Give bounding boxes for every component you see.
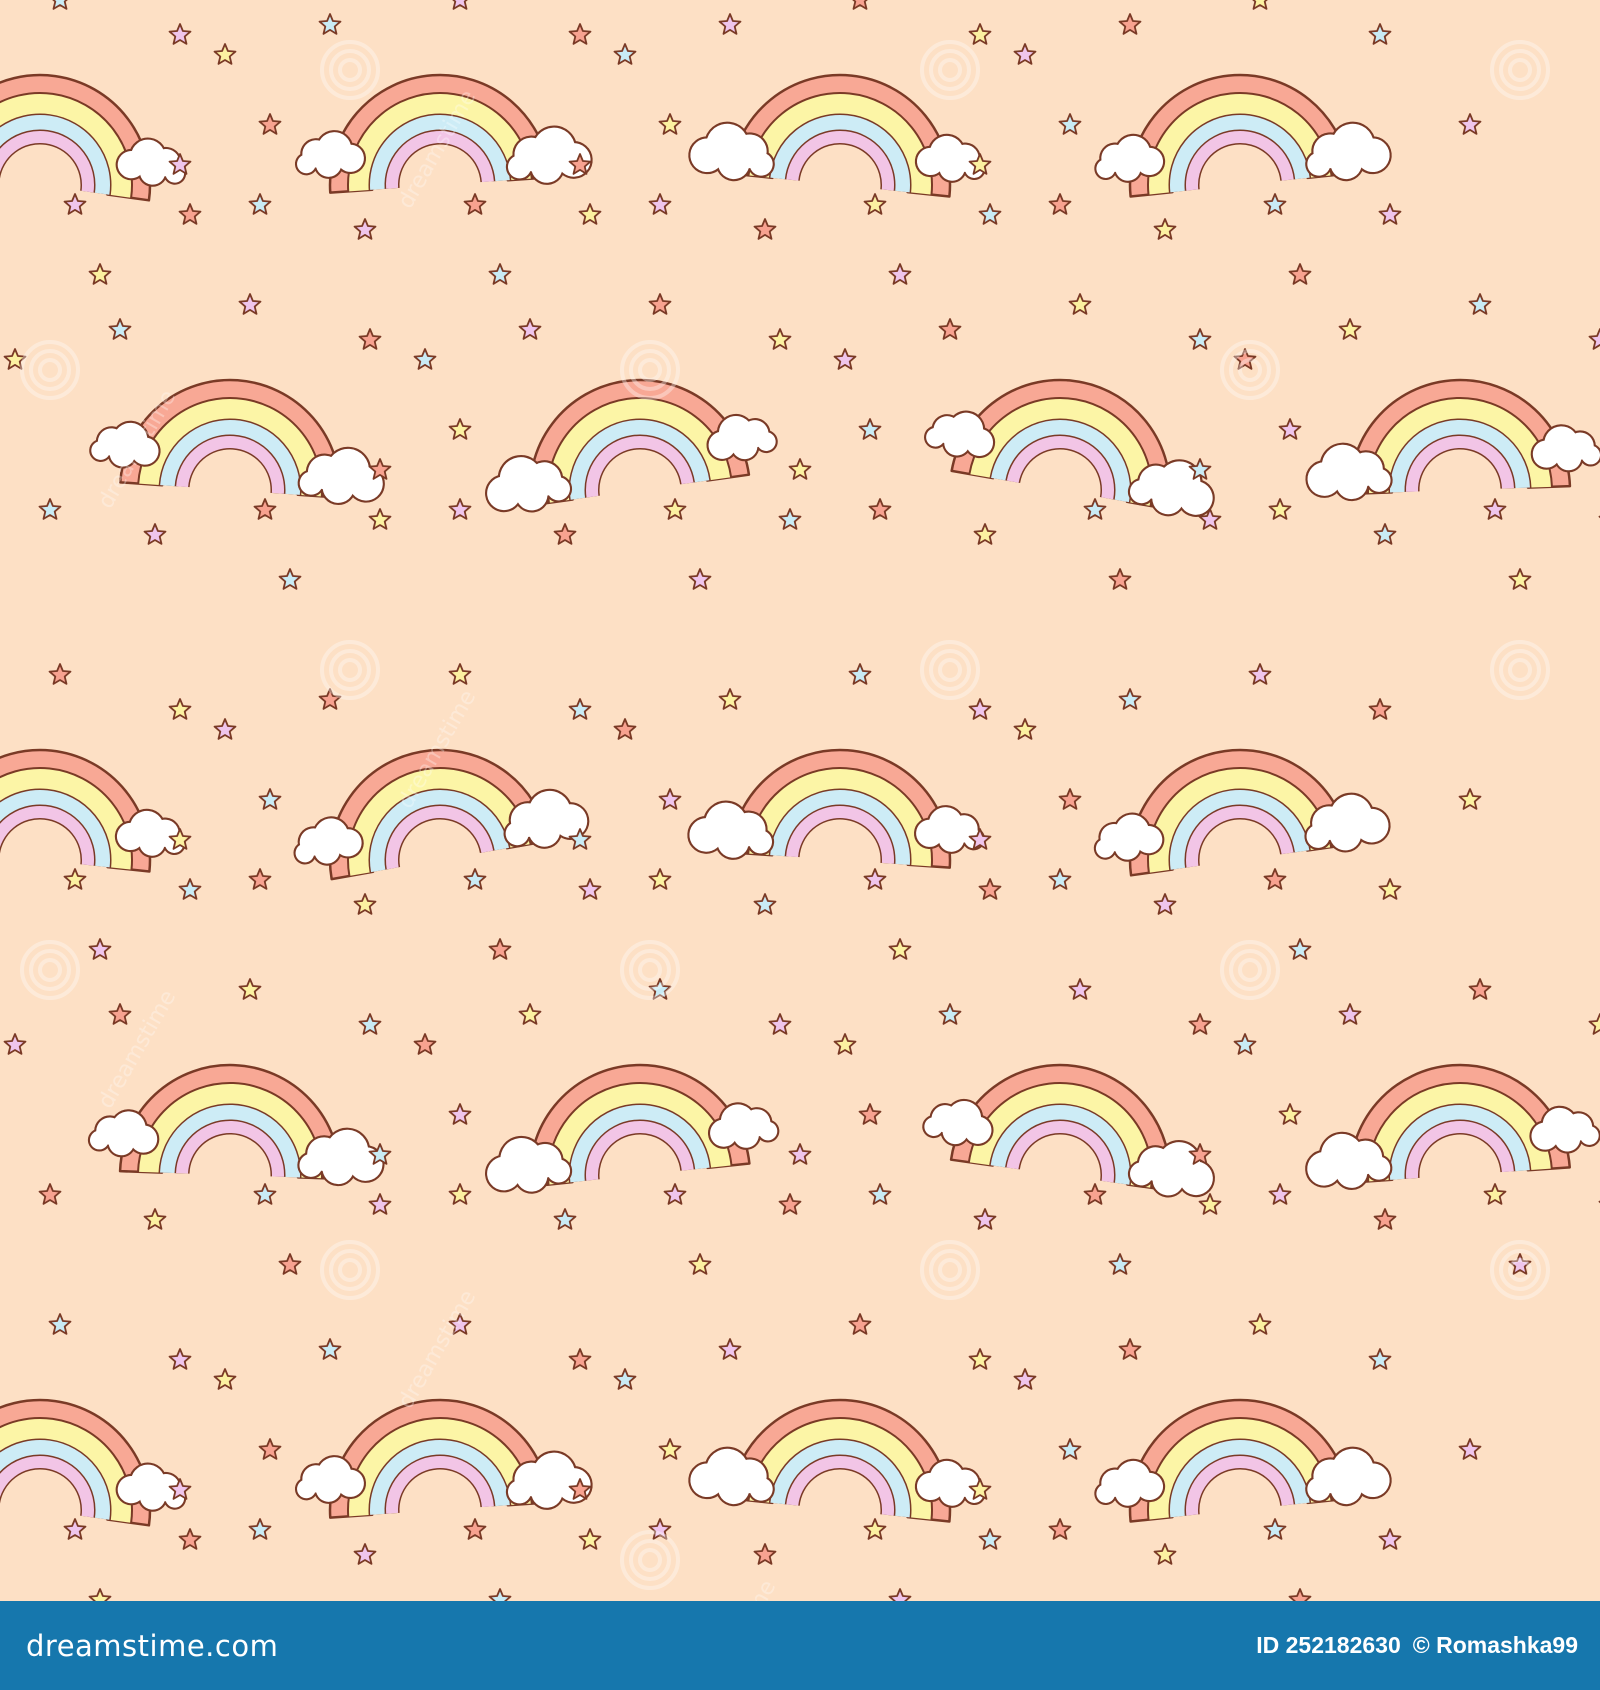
image-id: ID 252182630 [1256,1632,1401,1658]
copyright-author[interactable]: © Romashka99 [1413,1632,1578,1659]
image-credit: ID 252182630 © Romashka99 [1256,1632,1578,1659]
rainbow-pattern: dreamstimedreamstimedreamstimedreamstime… [0,0,1600,1601]
dreamstime-logo[interactable]: dreamstime.com [26,1629,278,1663]
footer-bar: dreamstime.com ID 252182630 © Romashka99 [0,1601,1600,1690]
stock-image-page: dreamstime dreamstime dreamstime dreamstime… [0,0,1600,1690]
